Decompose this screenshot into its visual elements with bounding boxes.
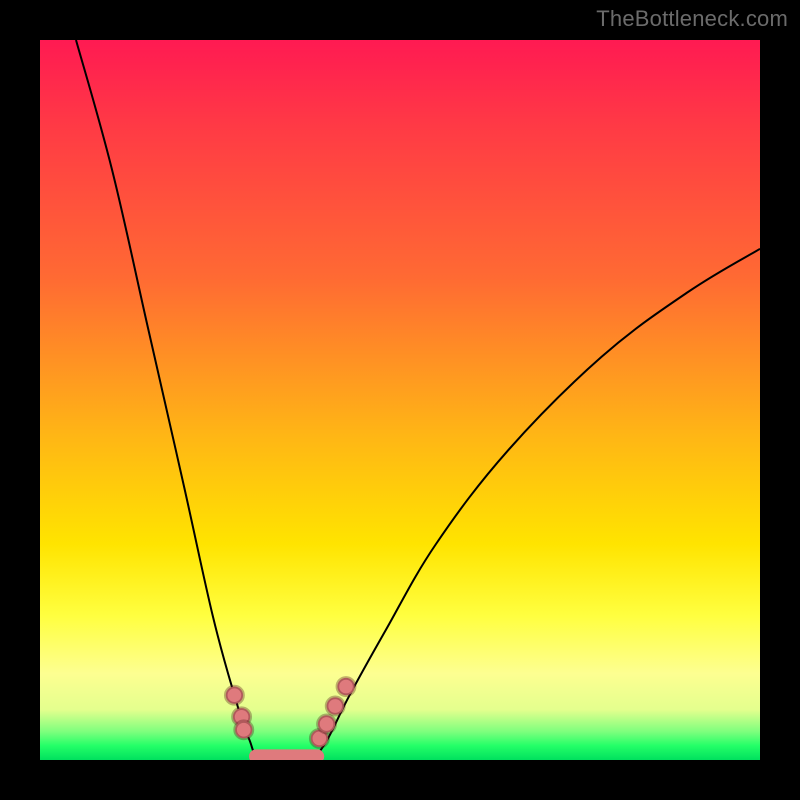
curve-left-branch bbox=[76, 40, 314, 760]
highlight-dot bbox=[337, 678, 354, 695]
highlight-dot bbox=[226, 687, 243, 704]
plot-area bbox=[40, 40, 760, 760]
chart-overlay bbox=[40, 40, 760, 760]
highlight-dot bbox=[235, 721, 252, 738]
highlight-dots-group bbox=[226, 678, 355, 747]
highlight-dot bbox=[327, 697, 344, 714]
watermark-text: TheBottleneck.com bbox=[596, 6, 788, 32]
chart-container: TheBottleneck.com bbox=[0, 0, 800, 800]
curve-right-branch bbox=[314, 249, 760, 760]
highlight-dot bbox=[318, 715, 335, 732]
